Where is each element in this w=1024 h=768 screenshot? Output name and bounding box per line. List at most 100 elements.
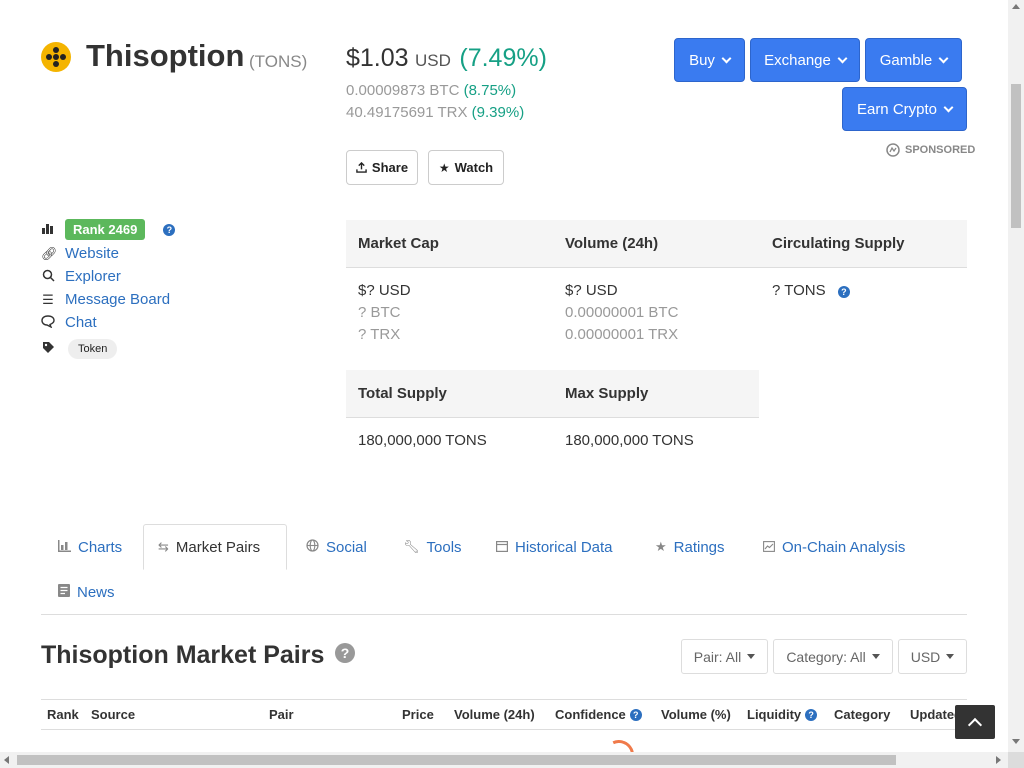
chevron-up-icon	[967, 717, 983, 732]
chat-link[interactable]: Chat	[41, 314, 97, 331]
earn-crypto-button[interactable]: Earn Crypto	[842, 87, 967, 131]
scroll-left-arrow-icon[interactable]	[4, 756, 9, 764]
currency-label: USD	[910, 648, 941, 665]
list-icon: ☰	[42, 291, 54, 307]
currency-dropdown[interactable]: USD	[898, 639, 967, 674]
col-volume-percent[interactable]: Volume (%)	[661, 707, 731, 722]
tab-label: On-Chain Analysis	[782, 538, 906, 556]
sponsor-logo-icon	[886, 143, 900, 157]
vertical-scrollbar[interactable]	[1008, 0, 1024, 752]
chevron-down-icon	[938, 53, 949, 63]
tab-market-pairs[interactable]: ⇆ Market Pairs	[143, 524, 287, 570]
buy-button[interactable]: Buy	[674, 38, 745, 82]
loading-spinner-icon	[599, 735, 639, 752]
coin-logo	[41, 42, 71, 72]
col-category[interactable]: Category	[834, 707, 890, 722]
website-link[interactable]: 🔗︎ Website	[41, 245, 119, 262]
volume-label: Volume (24h)	[565, 235, 659, 252]
trx-price-value: 40.49175691 TRX	[346, 104, 468, 121]
total-supply-label: Total Supply	[358, 385, 447, 402]
volume-btc: 0.00000001 BTC	[565, 304, 679, 321]
table-top-rule	[41, 699, 967, 700]
help-icon[interactable]: ?	[837, 286, 850, 298]
category-filter-dropdown[interactable]: Category: All	[773, 639, 893, 674]
message-board-label: Message Board	[65, 291, 171, 308]
col-pair[interactable]: Pair	[269, 707, 294, 722]
link-icon: 🔗︎	[41, 245, 58, 261]
tab-ratings[interactable]: ★ Ratings	[641, 524, 739, 570]
sponsored-text: SPONSORED	[905, 144, 976, 156]
help-icon[interactable]: ?	[163, 223, 176, 236]
search-icon	[41, 269, 55, 285]
tab-historical-data[interactable]: Historical Data	[482, 524, 627, 570]
tab-charts[interactable]: Charts	[44, 524, 136, 570]
scroll-right-arrow-icon[interactable]	[996, 756, 1001, 764]
volume-trx: 0.00000001 TRX	[565, 326, 679, 343]
message-board-link[interactable]: ☰ Message Board	[41, 291, 170, 308]
share-label: Share	[371, 160, 409, 175]
col-price[interactable]: Price	[402, 707, 434, 722]
tab-label: Market Pairs	[175, 538, 261, 556]
market-cap-usd: $? USD	[358, 282, 411, 299]
market-pairs-title: Thisoption Market Pairs	[41, 641, 325, 669]
globe-icon	[306, 539, 319, 555]
back-to-top-button[interactable]	[955, 705, 995, 739]
col-volume[interactable]: Volume (24h)	[454, 707, 535, 722]
chat-label: Chat	[65, 314, 97, 331]
price-line: $1.03 USD (7.49%)	[346, 44, 547, 73]
btc-price: 0.00009873 BTC (8.75%)	[346, 82, 516, 99]
col-liquidity-label: Liquidity	[747, 707, 802, 722]
swap-icon: ⇆	[158, 539, 169, 554]
pair-filter-dropdown[interactable]: Pair: All	[681, 639, 768, 674]
tab-label: Tools	[426, 538, 462, 556]
tab-label: Historical Data	[515, 538, 613, 556]
col-rank[interactable]: Rank	[47, 707, 79, 722]
price-unit: USD	[415, 51, 451, 70]
share-button[interactable]: Share	[346, 150, 418, 185]
tab-tools[interactable]: 🔧︎ Tools	[389, 524, 476, 570]
tag-icon	[41, 341, 55, 357]
earn-crypto-label: Earn Crypto	[856, 100, 938, 118]
exchange-label: Exchange	[764, 51, 831, 69]
tab-news[interactable]: News	[44, 569, 129, 615]
btc-price-change: (8.75%)	[463, 82, 517, 99]
wrench-icon: 🔧︎	[403, 539, 420, 554]
help-icon[interactable]: ?	[805, 708, 818, 721]
help-icon[interactable]: ?	[335, 643, 355, 663]
gamble-button[interactable]: Gamble	[865, 38, 962, 82]
col-confidence[interactable]: Confidence ?	[555, 707, 642, 722]
caret-down-icon	[747, 654, 756, 659]
col-source[interactable]: Source	[91, 707, 135, 722]
tab-social[interactable]: Social	[292, 524, 381, 570]
max-supply-label: Max Supply	[565, 385, 649, 402]
tab-on-chain-analysis[interactable]: On-Chain Analysis	[749, 524, 919, 570]
chevron-down-icon	[943, 102, 954, 112]
tabs-divider	[41, 614, 967, 615]
tags-row: Token	[41, 339, 118, 359]
calendar-icon	[496, 540, 509, 555]
watch-label: Watch	[454, 160, 494, 175]
caret-down-icon	[871, 654, 880, 659]
volume-usd: $? USD	[565, 282, 618, 299]
scroll-up-arrow-icon[interactable]	[1012, 4, 1020, 9]
watch-button[interactable]: ★ Watch	[428, 150, 504, 185]
explorer-link[interactable]: Explorer	[41, 268, 121, 285]
scrollbar-corner	[1008, 752, 1024, 768]
tab-label: Charts	[78, 538, 123, 556]
horizontal-scrollbar[interactable]	[0, 752, 1008, 768]
scroll-down-arrow-icon[interactable]	[1012, 739, 1020, 744]
caret-down-icon	[946, 654, 955, 659]
circulating-supply-label: Circulating Supply	[772, 235, 905, 252]
exchange-button[interactable]: Exchange	[750, 38, 860, 82]
col-confidence-label: Confidence	[555, 707, 626, 722]
col-liquidity[interactable]: Liquidity ?	[747, 707, 818, 722]
help-icon[interactable]: ?	[629, 708, 642, 721]
vertical-scroll-thumb[interactable]	[1011, 84, 1021, 228]
rank-badge: Rank 2469	[65, 219, 146, 240]
tag-token[interactable]: Token	[68, 339, 118, 359]
horizontal-scroll-thumb[interactable]	[17, 755, 896, 765]
rank-row: Rank 2469 ?	[41, 219, 176, 240]
price-change: (7.49%)	[459, 44, 547, 72]
bar-chart-icon	[41, 222, 55, 237]
tab-label: News	[77, 583, 115, 601]
